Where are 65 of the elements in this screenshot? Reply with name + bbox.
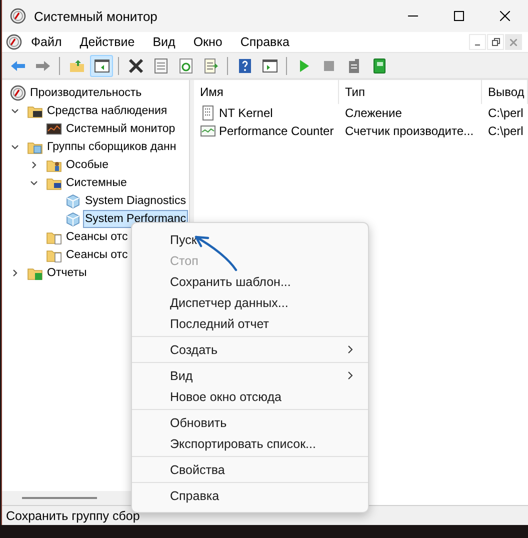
menu-item[interactable]: Создать	[132, 339, 368, 360]
tree-item[interactable]: Средства наблюдения	[45, 102, 170, 120]
tree-item[interactable]: Производительность	[28, 84, 144, 102]
tree-item[interactable]: System Diagnostics	[83, 192, 188, 210]
panel-icon	[94, 58, 110, 74]
menu-item[interactable]: Справка	[231, 35, 298, 49]
refresh-icon	[178, 58, 194, 74]
tree-item[interactable]: Сеансы отс	[64, 246, 130, 264]
cube-icon	[65, 211, 81, 227]
binary-file-icon	[200, 105, 216, 121]
table-cell: NT Kernel	[219, 106, 273, 120]
status-text: Сохранить группу сбор	[6, 508, 140, 522]
gauge-icon	[10, 8, 26, 24]
menu-item[interactable]: Свойства	[132, 459, 368, 480]
chevron-down-icon[interactable]	[11, 143, 19, 151]
notebook-icon	[370, 58, 386, 74]
menu-item[interactable]: Диспетчер данных...	[132, 292, 368, 313]
menu-item[interactable]: Файл	[22, 35, 71, 49]
chevron-right-icon[interactable]	[30, 161, 38, 169]
tree-item[interactable]: Системные	[64, 174, 129, 192]
chevron-down-icon[interactable]	[11, 107, 19, 115]
chevron-down-icon[interactable]	[30, 179, 38, 187]
monitor-icon	[46, 121, 62, 137]
chart-icon	[200, 123, 216, 139]
menu-item[interactable]: Новое окно отсюда	[132, 386, 368, 407]
table-cell: C:\perl	[488, 124, 524, 138]
delete-icon	[128, 58, 144, 74]
column-header[interactable]: Тип	[339, 80, 482, 104]
tree-item[interactable]: Особые	[64, 156, 110, 174]
menu-item[interactable]: Сохранить шаблон...	[132, 271, 368, 292]
close-icon	[510, 38, 517, 46]
menu-item[interactable]: Действие	[70, 35, 144, 49]
menu-item[interactable]: Вид	[132, 365, 368, 386]
properties-icon	[152, 58, 168, 74]
menu-item[interactable]: Экспортировать список...	[132, 433, 368, 454]
gauge-icon	[10, 85, 26, 101]
export-icon	[202, 58, 218, 74]
menu-item[interactable]: Обновить	[132, 412, 368, 433]
chevron-right-icon[interactable]	[11, 269, 19, 277]
menu-item[interactable]: Вид	[144, 35, 184, 49]
menu-item[interactable]: Пуск	[132, 229, 368, 250]
restore-icon	[492, 38, 500, 46]
menu-item[interactable]: Справка	[132, 485, 368, 506]
tree-item[interactable]: Группы сборщиков данн	[45, 138, 178, 156]
menu-item[interactable]: Последний отчет	[132, 313, 368, 334]
table-cell: Слежение	[345, 106, 402, 120]
maximize-icon	[454, 11, 464, 21]
close-icon	[500, 11, 510, 21]
table-cell: Счетчик производите...	[345, 124, 474, 138]
menu-item[interactable]: Окно	[184, 35, 232, 49]
window-title: Системный монитор	[34, 8, 158, 24]
action-pane-icon	[262, 58, 278, 74]
toolbar-button[interactable]	[90, 54, 113, 76]
restore-button[interactable]	[487, 34, 504, 50]
tree-item[interactable]: Сеансы отс	[64, 228, 130, 246]
cube-icon	[65, 193, 81, 209]
table-cell: C:\perl	[488, 106, 524, 120]
folder-up-icon	[68, 58, 84, 74]
column-header[interactable]: Имя	[194, 80, 339, 104]
table-cell: Performance Counter	[219, 124, 334, 138]
tree-item[interactable]: Системный монитор	[64, 120, 178, 138]
scrollbar-thumb[interactable]	[22, 497, 97, 499]
tree-item[interactable]: Отчеты	[45, 264, 89, 282]
help-icon	[236, 58, 252, 74]
column-header[interactable]: Вывод	[482, 80, 528, 104]
